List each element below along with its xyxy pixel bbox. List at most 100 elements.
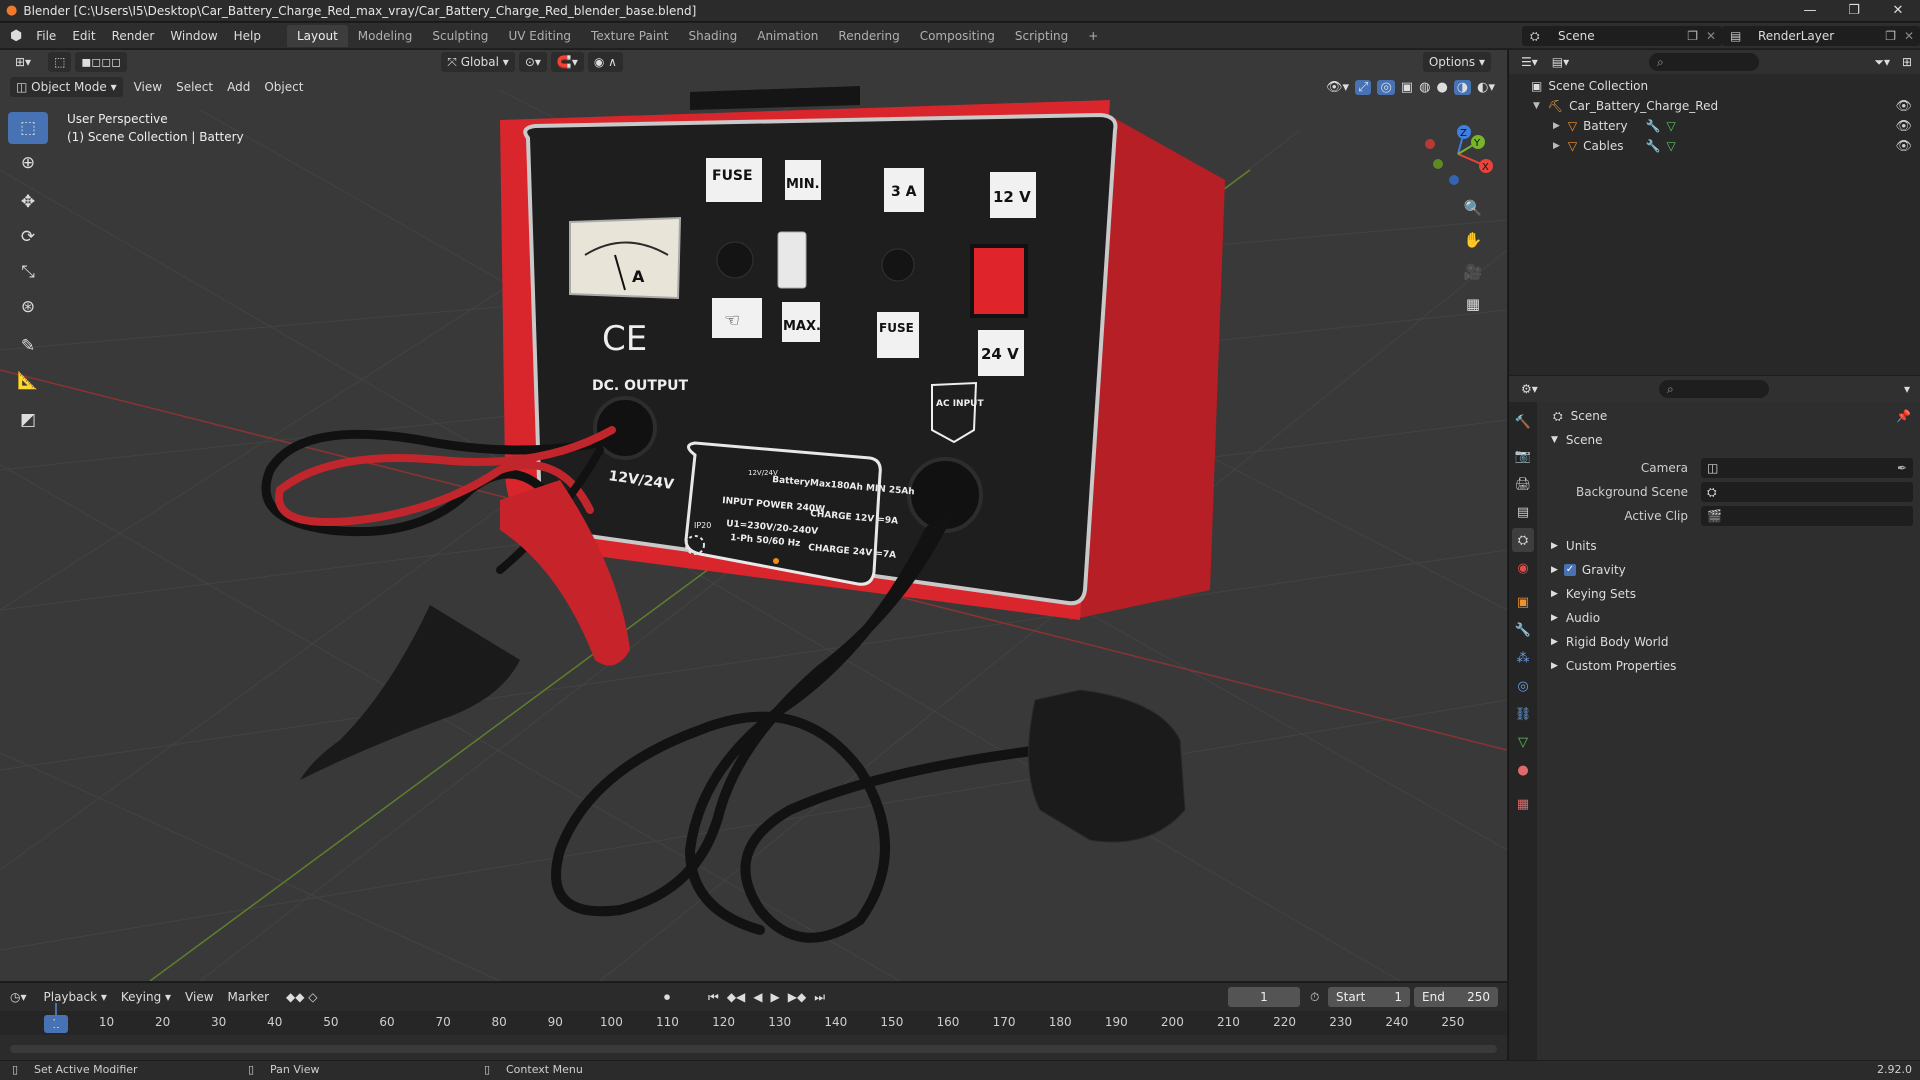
object-mode-dropdown[interactable]: ◫ Object Mode ▾	[10, 77, 123, 97]
object-tab-icon[interactable]: ▣	[1512, 590, 1534, 614]
material-shading-icon[interactable]: ◑	[1453, 79, 1472, 95]
menu-edit[interactable]: Edit	[64, 24, 103, 48]
jump-start-icon[interactable]: ⏮	[708, 990, 719, 1005]
rendered-shading-icon[interactable]: ◐▾	[1477, 80, 1495, 95]
options-dropdown[interactable]: Options ▾	[1422, 52, 1491, 72]
end-frame-field[interactable]: End 250	[1414, 987, 1498, 1007]
particles-tab-icon[interactable]: ⁂	[1512, 646, 1534, 670]
solid-shading-icon[interactable]: ●	[1436, 80, 1447, 95]
viewport-menu-view[interactable]: View	[127, 80, 169, 94]
remove-layer-icon[interactable]: ✕	[1904, 29, 1914, 43]
timeline-scrollbar[interactable]	[10, 1045, 1497, 1053]
new-scene-icon[interactable]: ❐	[1687, 29, 1698, 43]
collection-expand-icon[interactable]: ▼	[1533, 101, 1540, 111]
current-frame-field[interactable]: 1	[1228, 987, 1300, 1007]
select-mode-icons[interactable]: ◼◻◻◻	[75, 52, 128, 72]
audio-panel[interactable]: ▶ Audio	[1539, 606, 1920, 630]
3d-viewport[interactable]: A FUSE MIN. 3 A 12 V ☜ MAX. FUSE 24 V CE…	[0, 50, 1507, 981]
keying-sets-panel[interactable]: ▶ Keying Sets	[1539, 582, 1920, 606]
jump-end-icon[interactable]: ⏭	[814, 990, 825, 1005]
tab-uv-editing[interactable]: UV Editing	[498, 25, 581, 47]
outliner-row-battery[interactable]: ▶ ▽ Battery 🔧 ▽ 👁	[1509, 116, 1920, 136]
tab-layout[interactable]: Layout	[287, 24, 348, 47]
play-reverse-icon[interactable]: ◀	[753, 990, 762, 1005]
camera-field[interactable]: ◫ ✒	[1701, 458, 1913, 478]
output-tab-icon[interactable]: 🖨	[1512, 472, 1534, 496]
world-tab-icon[interactable]: ◉	[1512, 556, 1534, 580]
timeline-editor-type-icon[interactable]: ◷▾	[10, 990, 27, 1004]
overlays-icon[interactable]: ◎	[1377, 79, 1395, 95]
remove-scene-icon[interactable]: ✕	[1706, 29, 1716, 43]
measure-tool-icon[interactable]: 📐	[8, 365, 48, 397]
xray-icon[interactable]: ▣	[1401, 80, 1413, 95]
transform-tool-icon[interactable]: ⊛	[8, 291, 48, 323]
scene-selector[interactable]: ⛭ Scene ❐ ✕	[1522, 26, 1722, 46]
gravity-panel[interactable]: ▶ ✓ Gravity	[1539, 558, 1920, 582]
cursor-tool-icon[interactable]: ⊕	[8, 147, 48, 179]
material-tab-icon[interactable]: ●	[1512, 758, 1534, 782]
timeline-menu-playback[interactable]: Playback ▾	[37, 990, 114, 1004]
display-mode-icon[interactable]: ▤▾	[1552, 55, 1569, 69]
gizmo-toggle-icon[interactable]: ⤢	[1355, 79, 1372, 95]
next-keyframe-icon[interactable]: ▶◆	[788, 990, 806, 1005]
render-layer-selector[interactable]: ▤ RenderLayer ❐ ✕	[1722, 26, 1920, 46]
timeline-menu-keying[interactable]: Keying ▾	[114, 990, 178, 1004]
constraints-tab-icon[interactable]: ⛓	[1512, 702, 1534, 726]
viewport-menu-select[interactable]: Select	[169, 80, 220, 94]
viewport-menu-add[interactable]: Add	[220, 80, 257, 94]
close-button[interactable]: ✕	[1876, 0, 1920, 22]
properties-options-icon[interactable]: ▾	[1904, 382, 1910, 396]
preview-range-icon[interactable]: ⏱	[1310, 990, 1319, 1005]
custom-properties-panel[interactable]: ▶ Custom Properties	[1539, 654, 1920, 678]
cables-expand-icon[interactable]: ▶	[1553, 141, 1560, 151]
render-tab-icon[interactable]: 📷	[1512, 444, 1534, 468]
modifier-tab-icon[interactable]: 🔧	[1512, 618, 1534, 642]
scale-tool-icon[interactable]: ⤡	[8, 256, 48, 288]
zoom-icon[interactable]: 🔍	[1459, 195, 1487, 221]
outliner-search-input[interactable]: ⌕	[1649, 53, 1759, 71]
outliner-row-scene-collection[interactable]: ▣ Scene Collection	[1509, 76, 1920, 96]
filter-icon[interactable]: ⏷▾	[1874, 55, 1890, 70]
gravity-checkbox[interactable]: ✓	[1563, 564, 1576, 576]
blender-menu-icon[interactable]: ⬢	[10, 28, 22, 44]
wireframe-shading-icon[interactable]: ◍	[1419, 80, 1430, 95]
scene-panel-header[interactable]: ▼ Scene	[1539, 428, 1920, 452]
pivot-dropdown[interactable]: ⊙▾	[518, 52, 547, 72]
menu-help[interactable]: Help	[226, 24, 269, 48]
tab-texture-paint[interactable]: Texture Paint	[581, 25, 678, 47]
snap-toggle[interactable]: 🧲▾	[550, 52, 584, 72]
view-layer-tab-icon[interactable]: ▤	[1512, 500, 1534, 524]
new-collection-icon[interactable]: ⊞	[1902, 55, 1912, 69]
keyframe-icons[interactable]: ◆◆ ◇	[286, 990, 318, 1004]
add-cube-tool-icon[interactable]: ◩	[8, 404, 48, 436]
menu-render[interactable]: Render	[104, 24, 163, 48]
transform-orientation-dropdown[interactable]: ⤧ Global ▾	[441, 52, 515, 72]
menu-window[interactable]: Window	[162, 24, 225, 48]
tab-sculpting[interactable]: Sculpting	[422, 25, 498, 47]
visibility-icon[interactable]: 👁▾	[1326, 80, 1349, 95]
outliner-editor-type-icon[interactable]: ☰▾	[1521, 55, 1538, 69]
auto-key-record-icon[interactable]: ⏺	[664, 990, 670, 1005]
start-frame-field[interactable]: Start 1	[1328, 987, 1410, 1007]
tab-compositing[interactable]: Compositing	[910, 25, 1005, 47]
tab-shading[interactable]: Shading	[678, 25, 747, 47]
move-tool-icon[interactable]: ✥	[8, 186, 48, 218]
maximize-button[interactable]: ❐	[1832, 0, 1876, 22]
collection-visibility-icon[interactable]: 👁	[1895, 99, 1912, 114]
rotate-tool-icon[interactable]: ⟳	[8, 221, 48, 253]
menu-file[interactable]: File	[28, 24, 64, 48]
active-clip-field[interactable]: 🎬	[1701, 506, 1913, 526]
timeline-menu-marker[interactable]: Marker	[221, 990, 276, 1004]
editor-type-icon[interactable]: ⊞▾	[8, 55, 38, 69]
timeline-menu-view[interactable]: View	[178, 990, 220, 1004]
select-box-tool-icon[interactable]: ⬚	[8, 112, 48, 144]
texture-tab-icon[interactable]: ▦	[1512, 792, 1534, 816]
proportional-edit-toggle[interactable]: ◉ ∧	[587, 52, 623, 72]
battery-visibility-icon[interactable]: 👁	[1895, 119, 1912, 134]
add-workspace-button[interactable]: +	[1078, 25, 1108, 47]
data-tab-icon[interactable]: ▽	[1512, 730, 1534, 754]
timeline-ruler[interactable]: 1 10203040506070809010011012013014015016…	[0, 1011, 1507, 1035]
eyedropper-icon[interactable]: ✒	[1897, 461, 1907, 475]
tool-tab-icon[interactable]: 🔨	[1512, 410, 1534, 434]
prev-keyframe-icon[interactable]: ◆◀	[727, 990, 745, 1005]
